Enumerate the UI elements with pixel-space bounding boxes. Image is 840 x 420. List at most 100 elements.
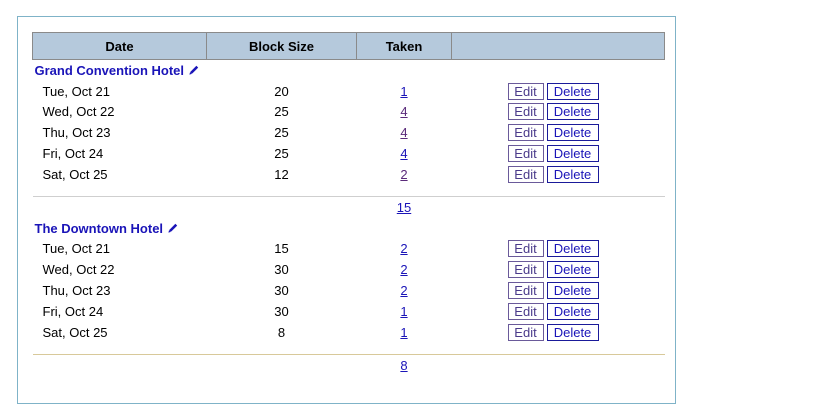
edit-button[interactable]: Edit [507, 240, 544, 258]
table-row: Tue, Oct 21 15 2 Edit Delete [33, 239, 665, 260]
block-size-cell: 30 [274, 303, 289, 319]
edit-button[interactable]: Edit [507, 302, 544, 320]
block-size-cell: 25 [274, 125, 289, 141]
taken-cell: 2 [357, 280, 452, 301]
table-row: Tue, Oct 21 20 1 Edit Delete [33, 81, 665, 102]
hotel-row: The Downtown Hotel [33, 218, 665, 239]
column-header-block-size: Block Size [206, 32, 357, 60]
delete-button[interactable]: Delete [546, 302, 599, 320]
actions-cell: Edit Delete [452, 122, 665, 143]
taken-cell: 2 [357, 164, 452, 185]
delete-button[interactable]: Delete [546, 165, 599, 183]
hotel-row: Grand Convention Hotel [33, 60, 665, 81]
taken-link[interactable]: 2 [400, 241, 407, 256]
total-row: 8 [33, 354, 665, 376]
taken-link[interactable]: 2 [400, 283, 407, 298]
delete-button[interactable]: Delete [546, 282, 599, 300]
date-cell: Wed, Oct 22 [42, 262, 115, 278]
taken-cell: 4 [357, 143, 452, 164]
spacer-row [33, 343, 665, 354]
hotel-group-grand-convention: Grand Convention Hotel Tue, Oct 21 20 1 … [32, 60, 665, 218]
total-taken-cell: 15 [357, 196, 452, 218]
total-taken-cell: 8 [357, 354, 452, 376]
actions-cell: Edit Delete [452, 280, 665, 301]
taken-link[interactable]: 2 [400, 167, 407, 182]
room-blocks-table: Date Block Size Taken Grand Convention H… [32, 32, 665, 376]
hotel-name-cell: The Downtown Hotel [33, 218, 665, 239]
delete-button[interactable]: Delete [546, 124, 599, 142]
date-cell: Sat, Oct 25 [42, 166, 108, 182]
date-cell: Sat, Oct 25 [42, 324, 108, 340]
actions-cell: Edit Delete [452, 301, 665, 322]
edit-button[interactable]: Edit [507, 103, 544, 121]
taken-link[interactable]: 1 [400, 84, 407, 99]
edit-button[interactable]: Edit [507, 282, 544, 300]
date-cell: Tue, Oct 21 [42, 241, 110, 257]
edit-button[interactable]: Edit [507, 261, 544, 279]
date-cell: Fri, Oct 24 [42, 303, 104, 319]
delete-button[interactable]: Delete [546, 82, 599, 100]
delete-button[interactable]: Delete [546, 103, 599, 121]
table-row: Sat, Oct 25 8 1 Edit Delete [33, 322, 665, 343]
block-size-cell: 12 [274, 166, 289, 182]
edit-button[interactable]: Edit [507, 124, 544, 142]
edit-button[interactable]: Edit [507, 82, 544, 100]
block-size-cell: 20 [274, 83, 289, 99]
table-row: Sat, Oct 25 12 2 Edit Delete [33, 164, 665, 185]
pencil-icon[interactable] [167, 222, 179, 234]
taken-link[interactable]: 2 [400, 262, 407, 277]
taken-cell: 1 [357, 301, 452, 322]
date-cell: Wed, Oct 22 [42, 104, 115, 120]
taken-cell: 1 [357, 81, 452, 102]
date-cell: Thu, Oct 23 [42, 125, 111, 141]
actions-cell: Edit Delete [452, 102, 665, 123]
table-row: Thu, Oct 23 25 4 Edit Delete [33, 122, 665, 143]
table-row: Thu, Oct 23 30 2 Edit Delete [33, 280, 665, 301]
delete-button[interactable]: Delete [546, 240, 599, 258]
date-cell: Fri, Oct 24 [42, 146, 104, 162]
block-size-cell: 30 [274, 262, 289, 278]
pencil-icon[interactable] [188, 64, 200, 76]
taken-cell: 4 [357, 102, 452, 123]
table-row: Wed, Oct 22 30 2 Edit Delete [33, 259, 665, 280]
delete-button[interactable]: Delete [546, 145, 599, 163]
taken-link[interactable]: 1 [400, 304, 407, 319]
taken-link[interactable]: 4 [400, 125, 407, 140]
hotel-name-cell: Grand Convention Hotel [33, 60, 665, 81]
total-taken-link[interactable]: 15 [397, 200, 411, 215]
table-row: Wed, Oct 22 25 4 Edit Delete [33, 102, 665, 123]
taken-cell: 4 [357, 122, 452, 143]
hotel-name: The Downtown Hotel [34, 220, 164, 236]
delete-button[interactable]: Delete [546, 323, 599, 341]
table-header-row: Date Block Size Taken [32, 32, 665, 60]
room-blocks-panel: Date Block Size Taken Grand Convention H… [17, 16, 676, 404]
block-size-cell: 15 [274, 241, 289, 257]
spacer-row [33, 185, 665, 196]
edit-button[interactable]: Edit [507, 145, 544, 163]
edit-button[interactable]: Edit [507, 165, 544, 183]
actions-cell: Edit Delete [452, 81, 665, 102]
actions-cell: Edit Delete [452, 143, 665, 164]
taken-link[interactable]: 4 [400, 146, 407, 161]
actions-cell: Edit Delete [452, 164, 665, 185]
total-row: 15 [33, 196, 665, 218]
block-size-cell: 25 [274, 146, 289, 162]
block-size-cell: 8 [277, 324, 286, 340]
taken-cell: 2 [357, 259, 452, 280]
actions-cell: Edit Delete [452, 239, 665, 260]
hotel-name: Grand Convention Hotel [34, 62, 185, 78]
total-taken-link[interactable]: 8 [400, 358, 407, 373]
edit-button[interactable]: Edit [507, 323, 544, 341]
delete-button[interactable]: Delete [546, 261, 599, 279]
actions-cell: Edit Delete [452, 322, 665, 343]
block-size-cell: 30 [274, 283, 289, 299]
date-cell: Tue, Oct 21 [42, 83, 110, 99]
column-header-taken: Taken [356, 32, 452, 60]
taken-link[interactable]: 1 [400, 325, 407, 340]
table-row: Fri, Oct 24 30 1 Edit Delete [33, 301, 665, 322]
column-header-actions [451, 32, 665, 60]
taken-link[interactable]: 4 [400, 104, 407, 119]
hotel-group-downtown: The Downtown Hotel Tue, Oct 21 15 2 Edit… [32, 218, 665, 376]
date-cell: Thu, Oct 23 [42, 283, 111, 299]
column-header-date: Date [32, 32, 207, 60]
